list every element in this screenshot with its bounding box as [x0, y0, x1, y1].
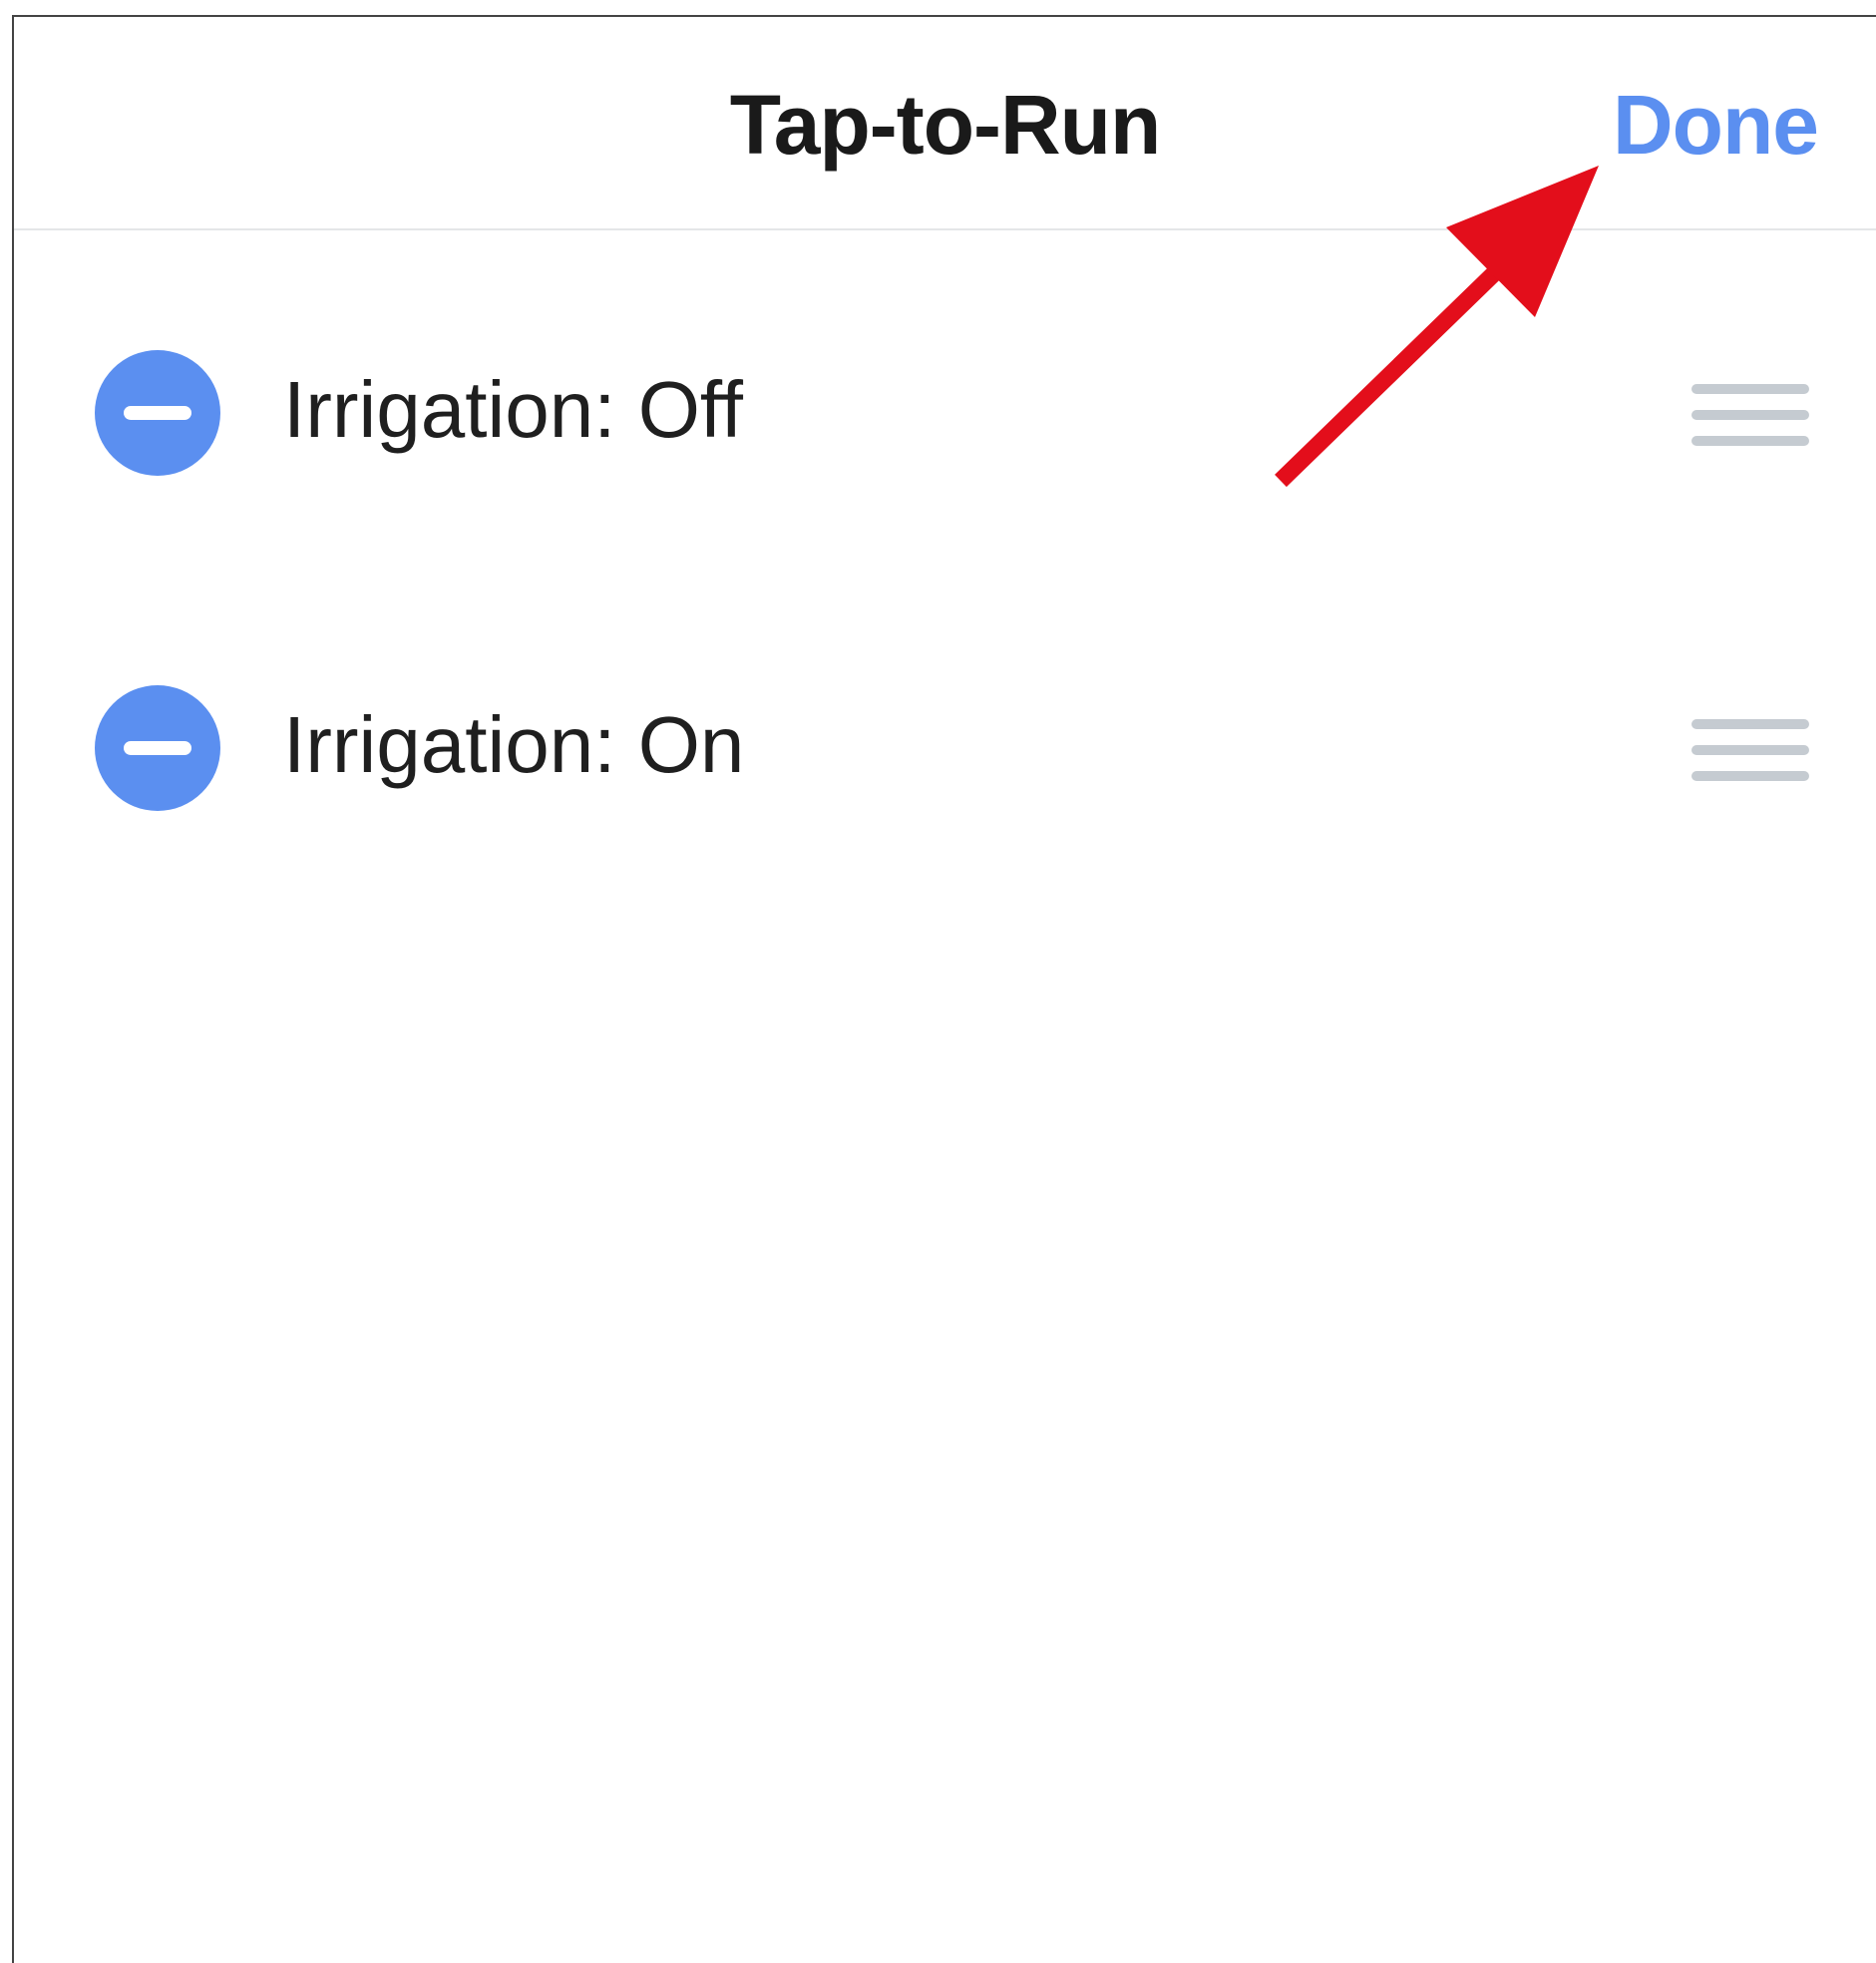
red-arrow-icon	[1275, 166, 1599, 488]
arrow-shaft	[1275, 240, 1527, 488]
